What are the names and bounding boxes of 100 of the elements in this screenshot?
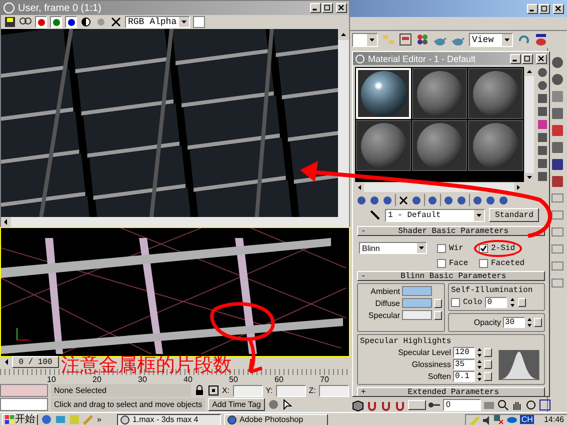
coordinate-field[interactable] (276, 384, 306, 396)
checkbox-label: Wir (449, 244, 464, 252)
refresh-icon[interactable] (517, 33, 530, 46)
sphere-preview (472, 122, 518, 168)
scroll-left-icon[interactable] (1, 217, 11, 227)
tick-label: 10 (47, 375, 57, 384)
spinner-arrows-icon[interactable] (527, 317, 532, 328)
checkbox-label: 2-Sid (491, 244, 516, 252)
color-label: Ambient (370, 286, 400, 296)
number-field[interactable]: 0 (485, 297, 508, 308)
spinner-arrows-icon[interactable] (510, 297, 516, 308)
panel-icon[interactable] (551, 209, 564, 222)
map-button[interactable] (518, 298, 526, 307)
checkbox-label: Faceted (491, 259, 525, 268)
minimize-button[interactable] (510, 54, 521, 64)
save-icon[interactable] (4, 16, 16, 28)
more-launchers-button[interactable]: » (97, 415, 102, 424)
orbit-icon[interactable] (525, 399, 537, 411)
close-icon[interactable] (398, 194, 409, 206)
windows-flag-icon (5, 415, 14, 424)
checkbox[interactable] (479, 244, 488, 252)
close-button[interactable] (336, 3, 347, 13)
scroll-up-icon[interactable] (525, 67, 534, 76)
magnet-icon[interactable] (366, 399, 378, 411)
rollout-header[interactable]: - Blinn Basic Parameters (357, 271, 545, 281)
zoom-icon[interactable] (497, 399, 509, 411)
dropdown[interactable] (352, 32, 378, 46)
highlight-curve-graph (496, 350, 542, 380)
map-button[interactable] (534, 318, 542, 327)
taskbar-button[interactable]: Adobe Photoshop (224, 414, 328, 425)
spinner-arrows-icon[interactable] (477, 371, 482, 382)
window-title: Material Editor - 1 - Default (368, 54, 477, 64)
browser-icon[interactable] (41, 414, 52, 425)
maximize-button[interactable] (322, 3, 333, 13)
panel-icon[interactable] (551, 243, 564, 256)
panel-icon[interactable] (551, 226, 564, 239)
spinner-arrows-icon[interactable] (477, 359, 482, 370)
number-field[interactable]: 30 (503, 317, 525, 328)
number-field[interactable]: 120 (453, 347, 475, 358)
material-name-field[interactable]: 1 - Default (385, 208, 485, 222)
cursor-icon[interactable] (282, 399, 293, 410)
start-button[interactable]: 开始 (2, 414, 38, 425)
minimize-button[interactable] (527, 4, 538, 14)
lock-icon[interactable] (194, 385, 205, 396)
color-swatch[interactable] (402, 298, 432, 308)
channel-toggle[interactable] (35, 16, 47, 28)
color-swatch[interactable] (402, 286, 432, 296)
add-time-tag-button[interactable]: Add Time Tag (208, 398, 265, 411)
maximize-button[interactable] (522, 54, 533, 64)
panel-icon[interactable] (551, 260, 564, 273)
tick-label: 30 (138, 375, 148, 384)
close-button[interactable] (536, 54, 547, 64)
maximize-button[interactable] (539, 4, 550, 14)
app-icon (355, 54, 365, 64)
coordinate-field[interactable] (318, 384, 349, 396)
checkbox[interactable] (451, 298, 460, 307)
close-button[interactable] (553, 4, 564, 14)
sphere-preview (360, 70, 406, 116)
coordinate-field[interactable] (232, 384, 263, 396)
key-field[interactable]: 0 (443, 399, 481, 411)
app-icon (3, 2, 15, 14)
selection-icon[interactable] (208, 385, 219, 396)
number-field[interactable]: 0.1 (453, 371, 475, 382)
number-field[interactable]: 35 (453, 359, 475, 370)
rollout-header[interactable]: + Extended Parameters (357, 387, 545, 396)
checkbox[interactable] (437, 259, 446, 268)
key-icon[interactable] (428, 400, 441, 410)
contrast-icon[interactable] (80, 16, 92, 28)
color-swatch[interactable] (193, 16, 205, 28)
channel-dropdown[interactable]: RGB Alpha (125, 16, 190, 28)
rollout-header[interactable]: - Shader Basic Parameters (357, 226, 545, 236)
panel-icon[interactable] (551, 192, 564, 205)
frame-indicator[interactable]: 0 / 100 (12, 356, 59, 368)
maximize-viewport-icon[interactable] (539, 399, 551, 411)
magnet-icon[interactable] (394, 399, 406, 411)
taskbar-button[interactable]: 1.max - 3ds max 4 (117, 414, 222, 425)
sphere-icon[interactable] (356, 194, 367, 206)
teapot-icon[interactable] (534, 33, 548, 46)
square-icon[interactable] (551, 107, 564, 120)
toggle-button[interactable] (408, 400, 426, 410)
channel-toggle[interactable] (65, 16, 77, 28)
scroll-up-icon[interactable] (338, 29, 349, 40)
material-type-button[interactable]: Standard (489, 208, 540, 222)
clear-icon[interactable] (110, 16, 122, 28)
scroll-left-icon[interactable] (355, 183, 364, 192)
scroll-right-icon[interactable] (514, 183, 523, 192)
picker-icon[interactable] (369, 209, 381, 221)
tick-label: 40 (184, 375, 194, 384)
spinner-arrows-icon[interactable] (477, 347, 482, 358)
magnet-icon[interactable] (380, 399, 392, 411)
view-dropdown[interactable]: View (469, 32, 513, 46)
channel-toggle[interactable] (50, 16, 62, 28)
panel-icon[interactable] (551, 277, 564, 290)
checkbox[interactable] (479, 259, 488, 268)
color-swatch[interactable] (402, 310, 432, 320)
schematic-icon[interactable] (399, 33, 412, 46)
checkbox[interactable] (437, 244, 446, 252)
material-balls-icon[interactable] (416, 33, 429, 46)
minimize-button[interactable] (310, 3, 321, 13)
shader-dropdown[interactable]: Blinn (359, 242, 427, 254)
